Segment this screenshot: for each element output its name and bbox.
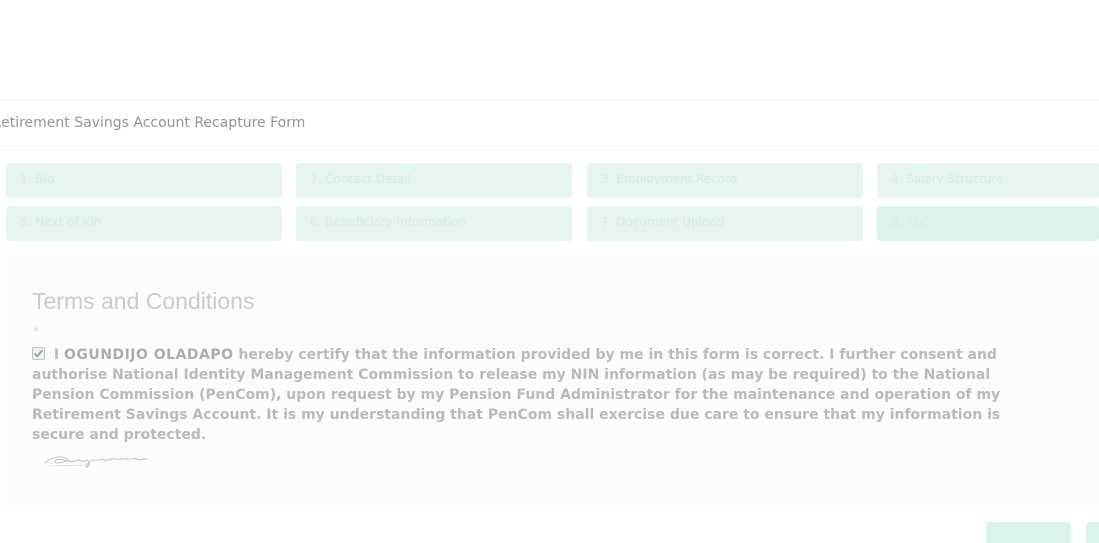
terms-title: Terms and Conditions xyxy=(32,288,255,314)
step-terms-and-conditions[interactable]: 8. T&C xyxy=(877,206,1099,241)
form-steps: 1. Bio 2. Contact Detail 3. Employment R… xyxy=(6,163,1099,243)
form-header: Retirement Savings Account Recapture For… xyxy=(0,100,1099,146)
declaration: I OGUNDIJO OLADAPO hereby certify that t… xyxy=(32,345,1052,445)
required-mark: * xyxy=(33,325,40,340)
next-button[interactable] xyxy=(1086,522,1099,543)
signature-image xyxy=(44,456,148,468)
accept-terms-checkbox[interactable] xyxy=(32,347,45,360)
recapture-form-page: Retirement Savings Account Recapture For… xyxy=(0,0,1099,543)
step-next-of-kin[interactable]: 5. Next of Kin xyxy=(6,206,282,241)
step-salary-structure[interactable]: 4. Salary Structure xyxy=(877,163,1099,198)
step-employment-record[interactable]: 3. Employment Record xyxy=(587,163,863,198)
step-bio[interactable]: 1. Bio xyxy=(6,163,282,198)
declarant-name: OGUNDIJO OLADAPO xyxy=(63,347,234,363)
terms-card: Terms and Conditions * I OGUNDIJO OLADAP… xyxy=(5,255,1099,507)
step-beneficiary-information[interactable]: 6. Beneficiary Information xyxy=(296,206,572,241)
declaration-prefix: I xyxy=(53,347,60,363)
step-document-upload[interactable]: 7. Document Upload xyxy=(587,206,863,241)
step-contact-detail[interactable]: 2. Contact Detail xyxy=(296,163,572,198)
previous-button[interactable] xyxy=(986,522,1071,543)
form-title: Retirement Savings Account Recapture For… xyxy=(0,115,306,131)
